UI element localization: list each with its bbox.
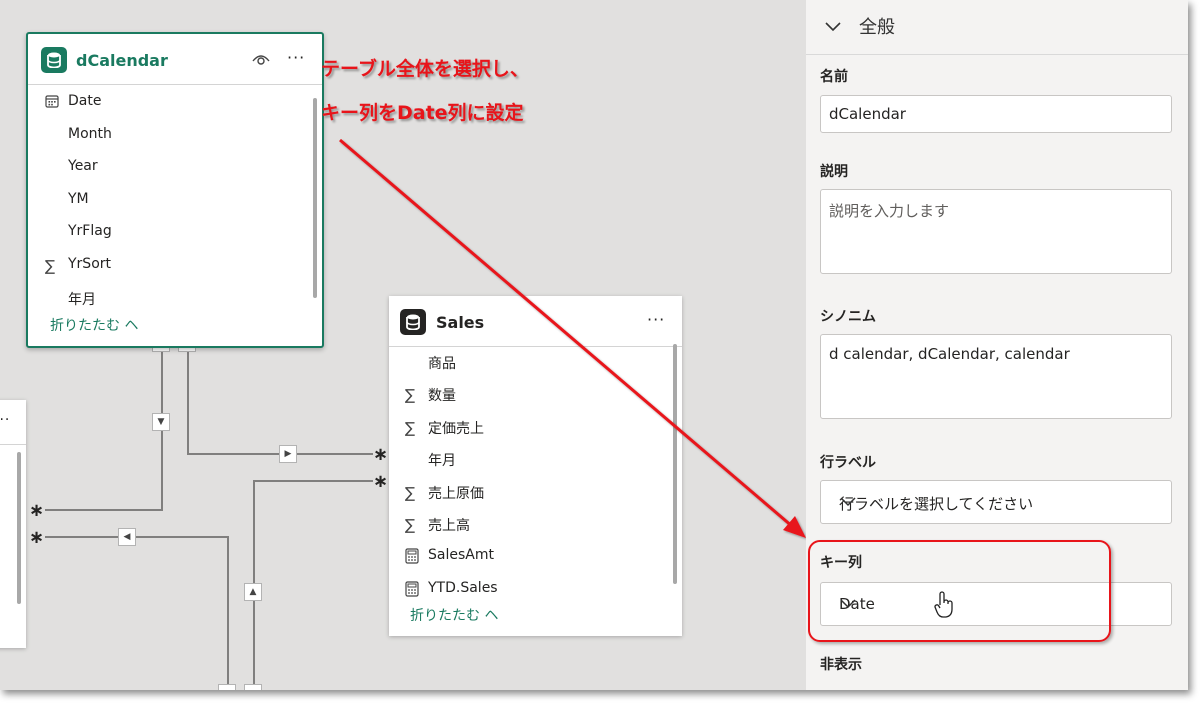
- name-label: 名前: [820, 69, 848, 85]
- annotation-highlight-box: [808, 540, 1111, 642]
- chevron-down-icon[interactable]: [824, 18, 842, 37]
- chevron-down-icon: [839, 493, 1153, 511]
- section-title: 全般: [859, 17, 895, 38]
- app-window: ▼ ▶ ◀ ▲ ∗ ∗ ∗ ∗ ··· dCalendar: [0, 0, 1188, 690]
- row-label-label: 行ラベル: [820, 455, 876, 471]
- description-field[interactable]: 説明を入力します: [820, 189, 1172, 274]
- hidden-label: 非表示: [820, 657, 862, 673]
- general-section-header[interactable]: 全般: [806, 0, 1188, 55]
- row-label-dropdown[interactable]: 行ラベルを選択してください: [820, 480, 1172, 524]
- synonyms-field[interactable]: d calendar, dCalendar, calendar: [820, 334, 1172, 419]
- synonyms-label: シノニム: [820, 309, 876, 325]
- properties-panel: 全般 名前 dCalendar 説明 説明を入力します シノニム d calen…: [806, 0, 1188, 690]
- name-field[interactable]: dCalendar: [820, 95, 1172, 133]
- description-label: 説明: [820, 164, 848, 180]
